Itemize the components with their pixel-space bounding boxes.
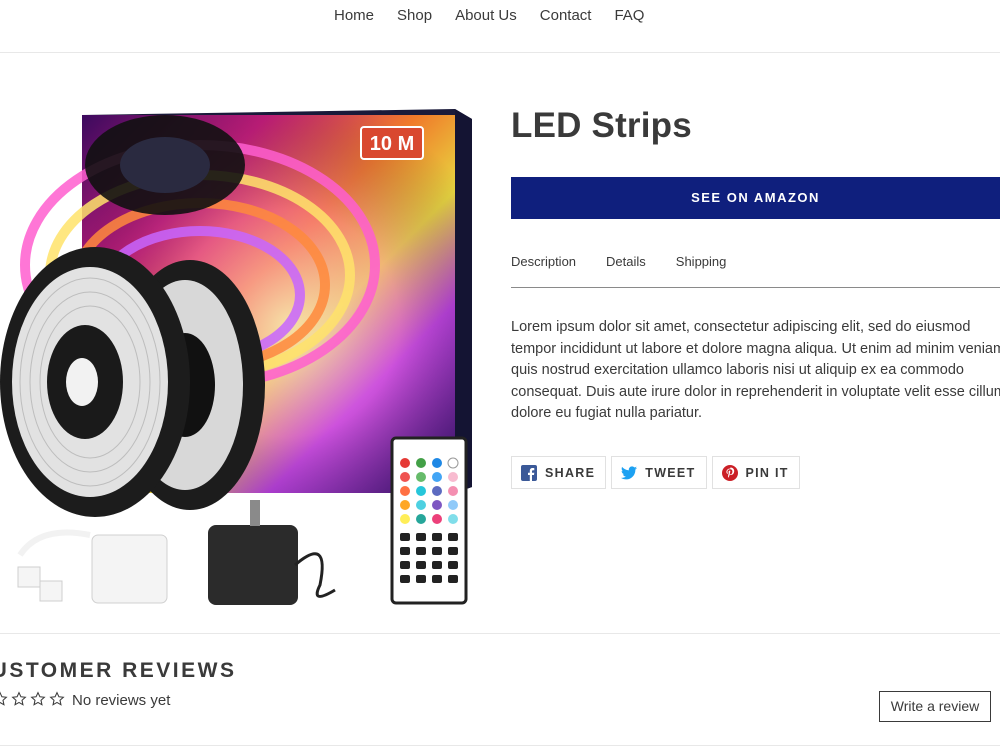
- product-title: LED Strips: [511, 106, 692, 145]
- product-photo-illustration: 10 M: [0, 109, 472, 605]
- tab-details[interactable]: Details: [606, 254, 646, 287]
- see-on-amazon-button[interactable]: SEE ON AMAZON: [511, 177, 1000, 219]
- star-rating: [0, 691, 65, 707]
- product-tabs: Description Details Shipping: [511, 254, 1000, 288]
- share-facebook-label: SHARE: [545, 465, 596, 480]
- star-outline-icon: [11, 691, 27, 706]
- nav-home-link[interactable]: Home: [334, 6, 374, 26]
- tab-description[interactable]: Description: [511, 254, 576, 287]
- pinterest-icon: [721, 464, 738, 481]
- star-outline-icon: [0, 691, 8, 706]
- share-pinterest-label: PIN IT: [745, 465, 789, 480]
- facebook-icon: [521, 464, 537, 481]
- twitter-icon: [621, 465, 638, 481]
- customer-reviews-heading: CUSTOMER REVIEWS: [0, 659, 237, 682]
- reviews-divider-top: [0, 633, 1000, 634]
- nav-about-link[interactable]: About Us: [455, 6, 517, 26]
- write-review-button[interactable]: Write a review: [879, 691, 991, 722]
- main-nav: Home Shop About Us Contact FAQ: [334, 6, 644, 26]
- share-pinterest-button[interactable]: PIN IT: [711, 456, 800, 489]
- product-description: Lorem ipsum dolor sit amet, consectetur …: [511, 319, 1000, 421]
- product-image[interactable]: 10 M: [0, 105, 480, 610]
- share-twitter-label: TWEET: [645, 465, 696, 480]
- star-outline-icon: [30, 691, 46, 706]
- share-facebook-button[interactable]: SHARE: [511, 456, 607, 489]
- nav-faq-link[interactable]: FAQ: [614, 6, 644, 26]
- site-header: Home Shop About Us Contact FAQ: [0, 0, 1000, 53]
- reviews-divider-bottom: [0, 745, 1000, 746]
- star-outline-icon: [49, 691, 65, 706]
- nav-shop-link[interactable]: Shop: [397, 6, 432, 26]
- box-badge: 10 M: [370, 133, 414, 155]
- no-reviews-text: No reviews yet: [72, 692, 171, 709]
- social-share-buttons: SHARE TWEET PIN IT: [511, 456, 800, 489]
- share-twitter-button[interactable]: TWEET: [611, 456, 707, 489]
- tab-shipping[interactable]: Shipping: [676, 254, 727, 287]
- nav-contact-link[interactable]: Contact: [540, 6, 592, 26]
